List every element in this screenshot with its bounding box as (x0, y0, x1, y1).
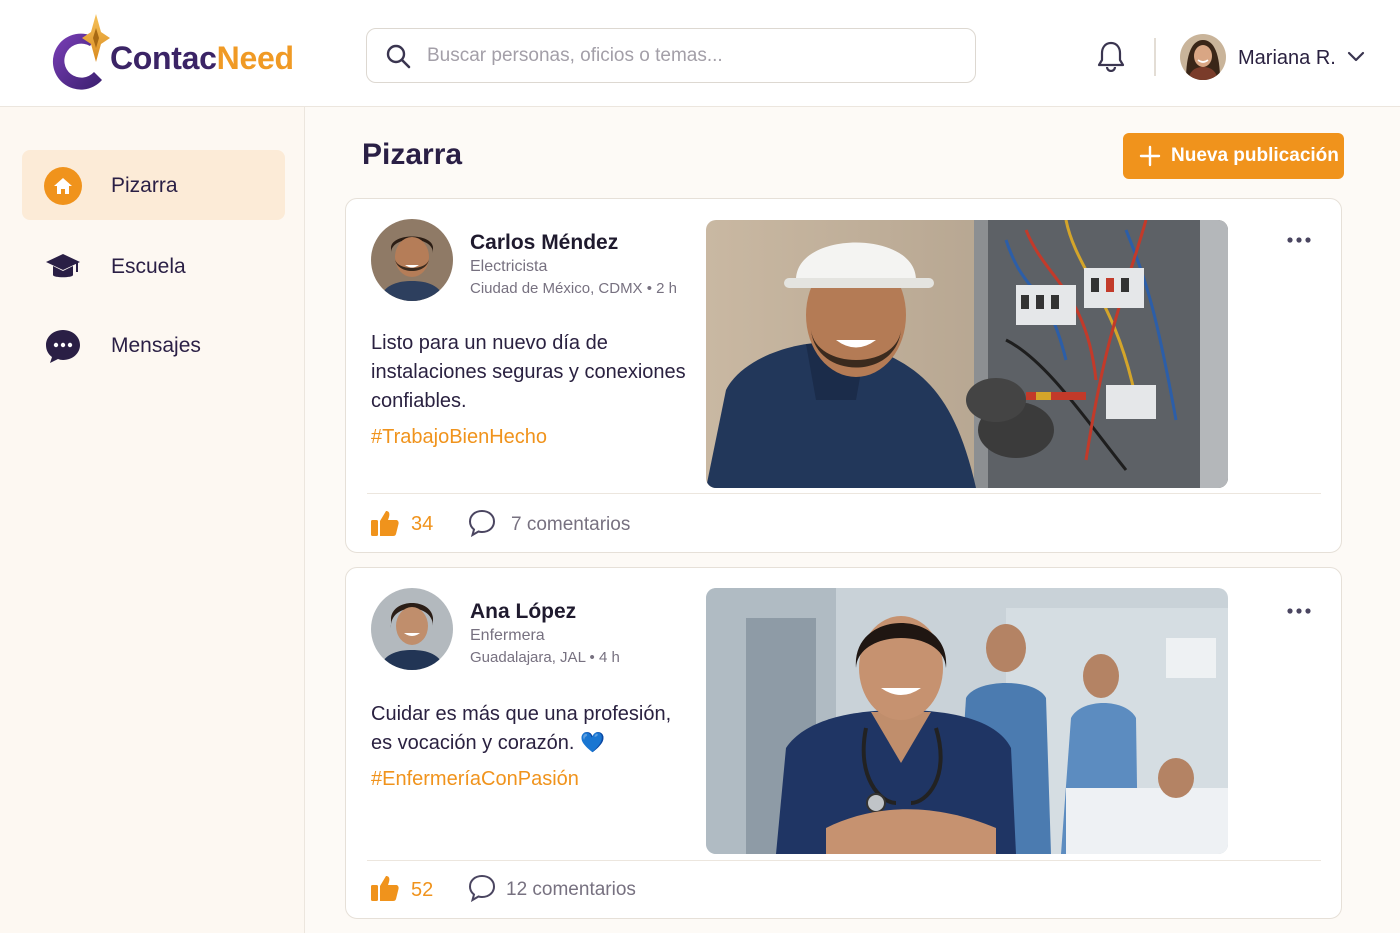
post-location: Guadalajara, JAL (470, 649, 586, 666)
meta-separator: • (646, 280, 657, 297)
thumbs-up-icon[interactable] (370, 509, 400, 537)
graduation-cap-icon (46, 254, 80, 278)
contacneed-logo[interactable]: ContacNeed (46, 14, 316, 94)
meta-separator: • (589, 649, 599, 666)
thumbs-up-icon[interactable] (370, 874, 400, 902)
post-hashtag[interactable]: #TrabajoBienHecho (371, 426, 547, 449)
post-hashtag[interactable]: #EnfermeríaConPasión (371, 768, 579, 791)
search-input[interactable] (427, 39, 947, 73)
home-icon (44, 167, 82, 205)
sidebar-item-label: Pizarra (111, 174, 178, 197)
comment-count[interactable]: 12 comentarios (506, 879, 636, 901)
sidebar-item-label: Mensajes (111, 334, 201, 357)
sidebar-item-pizarra[interactable]: Pizarra (22, 150, 285, 220)
post-divider (367, 493, 1321, 494)
post-divider (367, 860, 1321, 861)
post-text: Cuidar es más que una profesión, es voca… (371, 703, 672, 754)
more-options-icon[interactable] (1286, 606, 1312, 616)
electrician-photo (706, 220, 1228, 488)
author-avatar[interactable] (371, 588, 453, 670)
post-author[interactable]: Carlos Méndez (470, 231, 618, 255)
header-divider (1154, 38, 1156, 76)
new-post-label: Nueva publicación (1171, 145, 1339, 166)
post-meta: Ciudad de México, CDMX • 2 h (470, 280, 677, 297)
like-count: 52 (411, 879, 434, 901)
sidebar-item-label: Escuela (111, 255, 186, 278)
post-location: Ciudad de México, CDMX (470, 280, 643, 297)
brand-name: ContacNeed (110, 40, 294, 76)
post-card: Carlos Méndez Electricista Ciudad de Méx… (345, 198, 1342, 553)
post-card: Ana López Enfermera Guadalajara, JAL • 4… (345, 567, 1342, 919)
chat-bubble-icon (46, 330, 80, 363)
new-post-button[interactable]: Nueva publicación (1123, 133, 1344, 179)
post-author-role: Electricista (470, 258, 548, 275)
post-time: 2 h (656, 280, 678, 297)
user-name[interactable]: Mariana R. (1238, 47, 1336, 70)
nurse-photo (706, 588, 1228, 854)
author-avatar[interactable] (371, 219, 453, 301)
chevron-down-icon[interactable] (1347, 51, 1365, 63)
post-time: 4 h (598, 649, 620, 666)
post-image[interactable] (706, 220, 1228, 488)
comment-icon[interactable] (468, 509, 496, 537)
post-author-role: Enfermera (470, 627, 545, 644)
top-header: ContacNeed Mariana R. (0, 0, 1400, 107)
like-count: 34 (411, 513, 434, 535)
sidebar-item-mensajes[interactable]: Mensajes (22, 310, 285, 380)
page-title: Pizarra (362, 138, 463, 171)
user-avatar[interactable] (1180, 34, 1226, 80)
search-icon (386, 44, 411, 69)
post-meta: Guadalajara, JAL • 4 h (470, 649, 620, 666)
post-image[interactable] (706, 588, 1228, 854)
notification-bell-icon[interactable] (1096, 40, 1126, 72)
comment-count[interactable]: 7 comentarios (511, 514, 630, 536)
post-text: Listo para un nuevo día de instalaciones… (371, 332, 686, 412)
logo-mark-icon (52, 14, 110, 90)
sidebar-item-escuela[interactable]: Escuela (22, 231, 285, 301)
more-options-icon[interactable] (1286, 235, 1312, 245)
post-author[interactable]: Ana López (470, 600, 576, 624)
search-bar (366, 28, 976, 83)
plus-icon (1139, 145, 1161, 167)
sidebar: Pizarra Escuela Mensajes (0, 107, 305, 933)
comment-icon[interactable] (468, 874, 496, 902)
